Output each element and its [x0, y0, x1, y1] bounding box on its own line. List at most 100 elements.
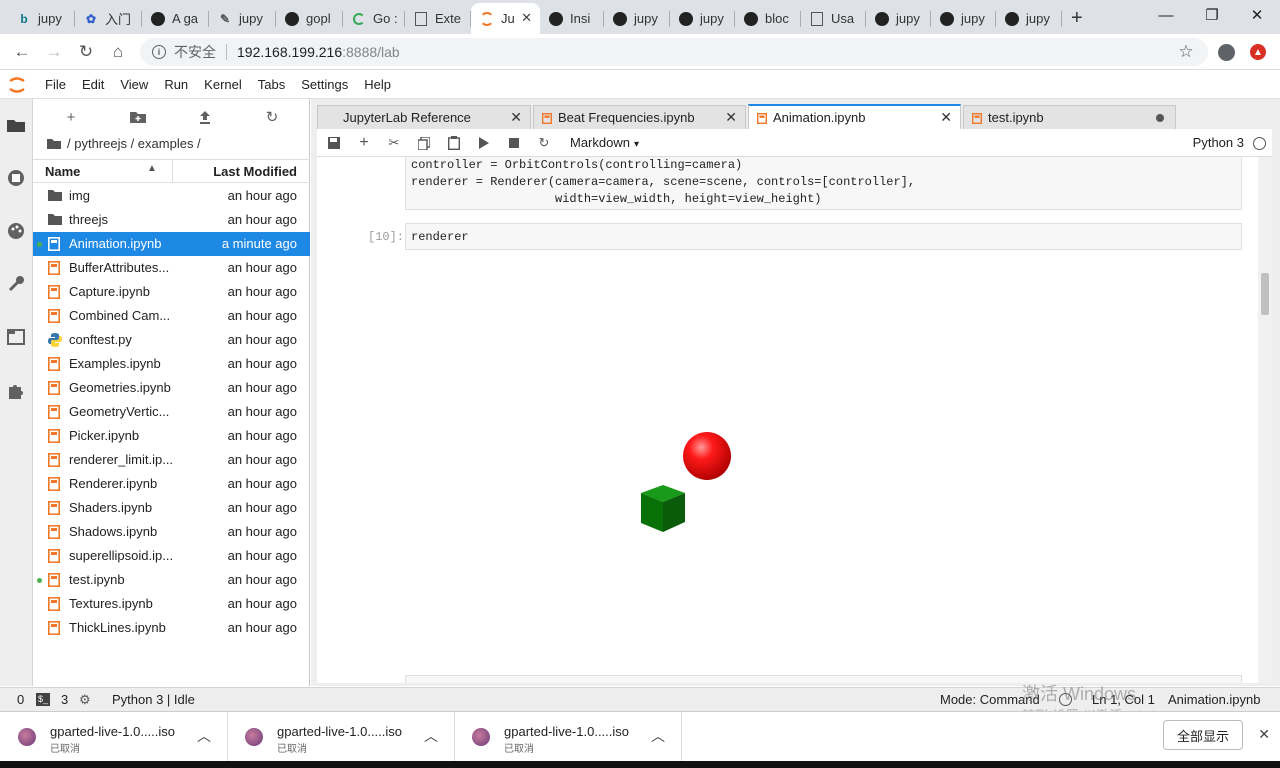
- chevron-up-icon[interactable]: ︿: [197, 726, 211, 746]
- insert-cell-button[interactable]: +: [354, 134, 374, 152]
- browser-tab[interactable]: b jupy: [8, 3, 75, 34]
- reload-icon[interactable]: ↻: [74, 40, 98, 64]
- browser-tab[interactable]: ✎ jupy: [209, 3, 276, 34]
- file-row[interactable]: ThickLines.ipynb an hour ago: [33, 616, 310, 640]
- bookmark-star-icon[interactable]: ☆: [1174, 40, 1198, 64]
- upload-icon[interactable]: [192, 107, 218, 127]
- modified-column-header[interactable]: Last Modified: [213, 164, 297, 179]
- show-all-downloads-button[interactable]: 全部显示: [1163, 720, 1243, 750]
- restart-icon[interactable]: ↻: [534, 134, 554, 152]
- file-row[interactable]: Animation.ipynb a minute ago: [33, 232, 310, 256]
- new-tab-button[interactable]: +: [1066, 3, 1092, 34]
- chevron-up-icon[interactable]: ︿: [651, 726, 665, 746]
- file-row[interactable]: Geometries.ipynb an hour ago: [33, 376, 310, 400]
- menu-item-kernel[interactable]: Kernel: [196, 77, 250, 92]
- code-cell-input[interactable]: controller = OrbitControls(controlling=c…: [405, 157, 1242, 210]
- window-close-button[interactable]: ✕: [1234, 0, 1280, 30]
- browser-tab[interactable]: ✿ 入门: [75, 3, 142, 34]
- document-tab[interactable]: Beat Frequencies.ipynb ✕: [533, 105, 746, 129]
- file-row[interactable]: Shaders.ipynb an hour ago: [33, 496, 310, 520]
- kernel-state[interactable]: Python 3 | Idle: [112, 692, 195, 707]
- tabs-icon[interactable]: [5, 326, 27, 348]
- menu-item-settings[interactable]: Settings: [293, 77, 356, 92]
- home-icon[interactable]: ⌂: [106, 40, 130, 64]
- download-item[interactable]: gparted-live-1.0.....iso 已取消 ︿: [0, 712, 228, 762]
- browser-tab[interactable]: Exte: [405, 3, 471, 34]
- file-row[interactable]: renderer_limit.ip... an hour ago: [33, 448, 310, 472]
- folder-icon[interactable]: [5, 114, 27, 136]
- code-cell-input[interactable]: renderer: [405, 223, 1242, 250]
- new-launcher-button[interactable]: +: [58, 107, 84, 127]
- forward-icon[interactable]: →: [42, 40, 66, 64]
- file-row[interactable]: Capture.ipynb an hour ago: [33, 280, 310, 304]
- browser-tab[interactable]: jupy: [931, 3, 996, 34]
- file-row[interactable]: conftest.py an hour ago: [33, 328, 310, 352]
- paste-icon[interactable]: [444, 134, 464, 152]
- scrollbar-thumb[interactable]: [1261, 273, 1269, 315]
- running-sessions-icon[interactable]: [5, 167, 27, 189]
- cut-icon[interactable]: ✂: [384, 134, 404, 152]
- copy-icon[interactable]: [414, 134, 434, 152]
- close-tab-icon[interactable]: ✕: [521, 10, 532, 26]
- unsaved-indicator-icon[interactable]: [1156, 114, 1164, 122]
- new-folder-icon[interactable]: [125, 107, 151, 127]
- file-row[interactable]: Combined Cam... an hour ago: [33, 304, 310, 328]
- menu-item-file[interactable]: File: [37, 77, 74, 92]
- stop-icon[interactable]: [504, 134, 524, 152]
- back-icon[interactable]: ←: [10, 40, 34, 64]
- profile-icon[interactable]: [1214, 40, 1238, 64]
- document-tab[interactable]: JupyterLab Reference ✕: [317, 105, 531, 129]
- browser-tab[interactable]: gopl: [276, 3, 343, 34]
- browser-tab[interactable]: jupy: [866, 3, 931, 34]
- update-alert-icon[interactable]: ▲: [1246, 40, 1270, 64]
- file-row[interactable]: threejs an hour ago: [33, 208, 310, 232]
- minimize-button[interactable]: —: [1143, 0, 1189, 30]
- kernel-name-button[interactable]: Python 3: [1193, 135, 1244, 150]
- browser-tab[interactable]: jupy: [604, 3, 670, 34]
- terminal-icon[interactable]: $_: [36, 693, 50, 706]
- file-row[interactable]: Renderer.ipynb an hour ago: [33, 472, 310, 496]
- menu-item-tabs[interactable]: Tabs: [250, 77, 293, 92]
- browser-tab[interactable]: Go :: [343, 3, 405, 34]
- file-row[interactable]: BufferAttributes... an hour ago: [33, 256, 310, 280]
- refresh-icon[interactable]: ↻: [259, 107, 285, 127]
- file-row[interactable]: Textures.ipynb an hour ago: [33, 592, 310, 616]
- menu-item-run[interactable]: Run: [156, 77, 196, 92]
- browser-tab[interactable]: Usa: [801, 3, 866, 34]
- close-tab-icon[interactable]: ✕: [510, 109, 522, 126]
- save-icon[interactable]: [324, 134, 344, 152]
- browser-tab[interactable]: bloc: [735, 3, 801, 34]
- file-row[interactable]: Examples.ipynb an hour ago: [33, 352, 310, 376]
- file-row[interactable]: Picker.ipynb an hour ago: [33, 424, 310, 448]
- browser-tab[interactable]: jupy: [996, 3, 1062, 34]
- breadcrumb-path[interactable]: / pythreejs / examples /: [67, 136, 201, 151]
- kernel-count[interactable]: 3: [61, 692, 68, 707]
- file-row[interactable]: Shadows.ipynb an hour ago: [33, 520, 310, 544]
- download-item[interactable]: gparted-live-1.0.....iso 已取消 ︿: [454, 712, 682, 762]
- chevron-up-icon[interactable]: ︿: [424, 726, 438, 746]
- name-column-header[interactable]: Name: [45, 164, 80, 179]
- cell-type-select[interactable]: Markdown ▾: [570, 135, 639, 150]
- file-row[interactable]: img an hour ago: [33, 184, 310, 208]
- maximize-button[interactable]: ❐: [1189, 0, 1235, 30]
- close-tab-icon[interactable]: ✕: [940, 109, 952, 126]
- close-tab-icon[interactable]: ✕: [725, 109, 737, 126]
- menu-item-view[interactable]: View: [112, 77, 156, 92]
- document-tab[interactable]: Animation.ipynb ✕: [748, 104, 961, 129]
- sort-caret-icon[interactable]: ▲: [147, 163, 157, 174]
- file-row[interactable]: superellipsoid.ip... an hour ago: [33, 544, 310, 568]
- browser-tab[interactable]: Insi: [540, 3, 604, 34]
- terminal-count[interactable]: 0: [17, 692, 24, 707]
- url-field[interactable]: i 不安全 192.168.199.216 :8888/lab: [140, 38, 1208, 66]
- file-row[interactable]: GeometryVertic... an hour ago: [33, 400, 310, 424]
- browser-tab[interactable]: A ga: [142, 3, 209, 34]
- menu-item-help[interactable]: Help: [356, 77, 399, 92]
- threejs-renderer-output[interactable]: [405, 257, 1242, 677]
- download-item[interactable]: gparted-live-1.0.....iso 已取消 ︿: [227, 712, 455, 762]
- kernel-gear-icon[interactable]: ⚙: [79, 692, 91, 708]
- wrench-icon[interactable]: [5, 273, 27, 295]
- browser-tab[interactable]: Ju ✕: [471, 3, 540, 34]
- run-icon[interactable]: [474, 134, 494, 152]
- palette-icon[interactable]: [5, 220, 27, 242]
- close-downloads-bar-icon[interactable]: ✕: [1258, 726, 1270, 743]
